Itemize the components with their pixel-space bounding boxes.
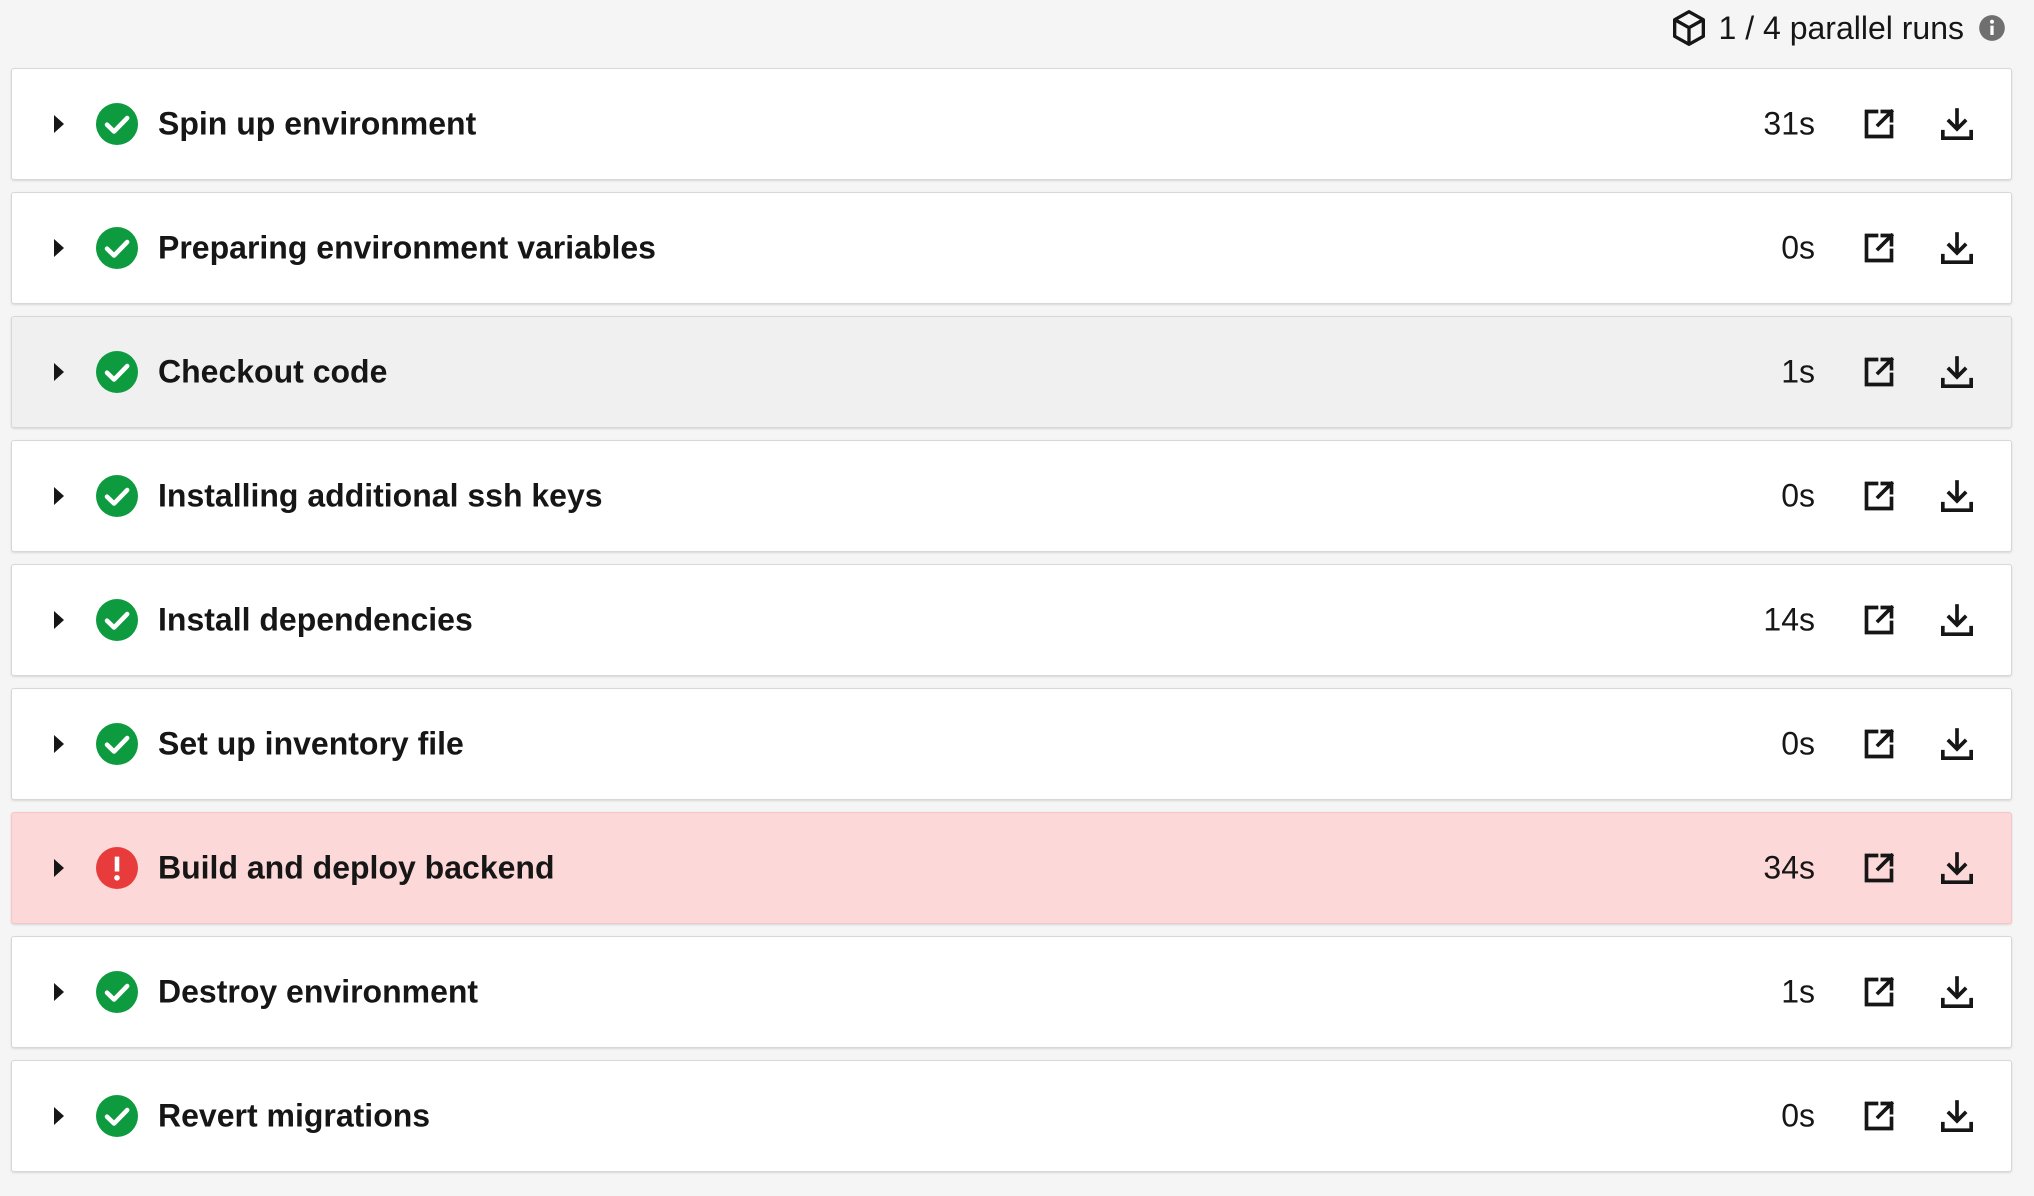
step-duration: 0s [1781, 725, 1815, 762]
parallel-runs-indicator[interactable]: 1 / 4 parallel runs [1669, 6, 2006, 50]
step-row-5[interactable]: Install dependencies 14s [11, 564, 2012, 676]
download-icon [1941, 232, 1973, 264]
parallel-runs-label: 1 / 4 parallel runs [1718, 9, 1964, 46]
open-in-new-tab-button[interactable] [1855, 596, 1903, 644]
step-name: Installing additional ssh keys [158, 477, 603, 514]
external-link-icon [1864, 108, 1895, 139]
step-duration: 1s [1781, 973, 1815, 1010]
status-success [96, 723, 138, 765]
download-logs-button[interactable] [1933, 1092, 1981, 1140]
download-icon [1941, 604, 1973, 636]
step-duration: 31s [1763, 105, 1815, 142]
step-row-3[interactable]: Checkout code 1s [11, 316, 2012, 428]
caret-right-icon[interactable] [54, 487, 64, 505]
step-duration: 14s [1763, 601, 1815, 638]
status-success [96, 351, 138, 393]
status-success [96, 971, 138, 1013]
step-row-4[interactable]: Installing additional ssh keys 0s [11, 440, 2012, 552]
step-row-1[interactable]: Spin up environment 31s [11, 68, 2012, 180]
check-circle-icon [96, 351, 138, 393]
step-name: Install dependencies [158, 601, 473, 638]
check-circle-icon [96, 599, 138, 641]
step-name: Preparing environment variables [158, 229, 656, 266]
step-duration: 1s [1781, 353, 1815, 390]
download-logs-button[interactable] [1933, 596, 1981, 644]
download-logs-button[interactable] [1933, 968, 1981, 1016]
step-row-6[interactable]: Set up inventory file 0s [11, 688, 2012, 800]
open-in-new-tab-button[interactable] [1855, 968, 1903, 1016]
status-success [96, 1095, 138, 1137]
status-success [96, 227, 138, 269]
check-circle-icon [96, 723, 138, 765]
external-link-icon [1864, 232, 1895, 263]
caret-right-icon[interactable] [54, 611, 64, 629]
caret-right-icon[interactable] [54, 735, 64, 753]
external-link-icon [1864, 976, 1895, 1007]
download-logs-button[interactable] [1933, 100, 1981, 148]
download-icon [1941, 356, 1973, 388]
download-logs-button[interactable] [1933, 844, 1981, 892]
step-row-2[interactable]: Preparing environment variables 0s [11, 192, 2012, 304]
step-duration: 0s [1781, 477, 1815, 514]
download-logs-button[interactable] [1933, 472, 1981, 520]
open-in-new-tab-button[interactable] [1855, 224, 1903, 272]
check-circle-icon [96, 227, 138, 269]
step-duration: 0s [1781, 1097, 1815, 1134]
step-duration: 34s [1763, 849, 1815, 886]
check-circle-icon [96, 1095, 138, 1137]
step-row-7[interactable]: Build and deploy backend 34s [11, 812, 2012, 924]
steps-header: 1 / 4 parallel runs [0, 0, 2034, 64]
external-link-icon [1864, 604, 1895, 635]
step-name: Spin up environment [158, 105, 477, 142]
step-name: Checkout code [158, 353, 388, 390]
status-failed [96, 847, 138, 889]
external-link-icon [1864, 852, 1895, 883]
step-duration: 0s [1781, 229, 1815, 266]
open-in-new-tab-button[interactable] [1855, 348, 1903, 396]
step-name: Build and deploy backend [158, 849, 555, 886]
open-in-new-tab-button[interactable] [1855, 472, 1903, 520]
download-icon [1941, 1100, 1973, 1132]
status-success [96, 599, 138, 641]
caret-right-icon[interactable] [54, 363, 64, 381]
external-link-icon [1864, 356, 1895, 387]
error-circle-icon [96, 847, 138, 889]
open-in-new-tab-button[interactable] [1855, 100, 1903, 148]
external-link-icon [1864, 480, 1895, 511]
check-circle-icon [96, 971, 138, 1013]
open-in-new-tab-button[interactable] [1855, 1092, 1903, 1140]
caret-right-icon[interactable] [54, 1107, 64, 1125]
external-link-icon [1864, 728, 1895, 759]
step-row-9[interactable]: Revert migrations 0s [11, 1060, 2012, 1172]
steps-list: Spin up environment 31s Preparing enviro… [11, 68, 2012, 1184]
check-circle-icon [96, 475, 138, 517]
info-icon[interactable] [1978, 14, 2006, 42]
step-row-8[interactable]: Destroy environment 1s [11, 936, 2012, 1048]
job-steps-page: 1 / 4 parallel runs Spin up environment … [0, 0, 2034, 1196]
caret-right-icon[interactable] [54, 115, 64, 133]
download-icon [1941, 728, 1973, 760]
status-success [96, 475, 138, 517]
cube-icon [1672, 10, 1705, 46]
caret-right-icon[interactable] [54, 239, 64, 257]
status-success [96, 103, 138, 145]
open-in-new-tab-button[interactable] [1855, 844, 1903, 892]
external-link-icon [1864, 1100, 1895, 1131]
open-in-new-tab-button[interactable] [1855, 720, 1903, 768]
download-logs-button[interactable] [1933, 224, 1981, 272]
download-logs-button[interactable] [1933, 348, 1981, 396]
download-icon [1941, 108, 1973, 140]
caret-right-icon[interactable] [54, 983, 64, 1001]
download-icon [1941, 480, 1973, 512]
step-name: Revert migrations [158, 1097, 431, 1134]
download-icon [1941, 976, 1973, 1008]
step-name: Destroy environment [158, 973, 479, 1010]
download-icon [1941, 852, 1973, 884]
check-circle-icon [96, 103, 138, 145]
caret-right-icon[interactable] [54, 859, 64, 877]
download-logs-button[interactable] [1933, 720, 1981, 768]
step-name: Set up inventory file [158, 725, 464, 762]
